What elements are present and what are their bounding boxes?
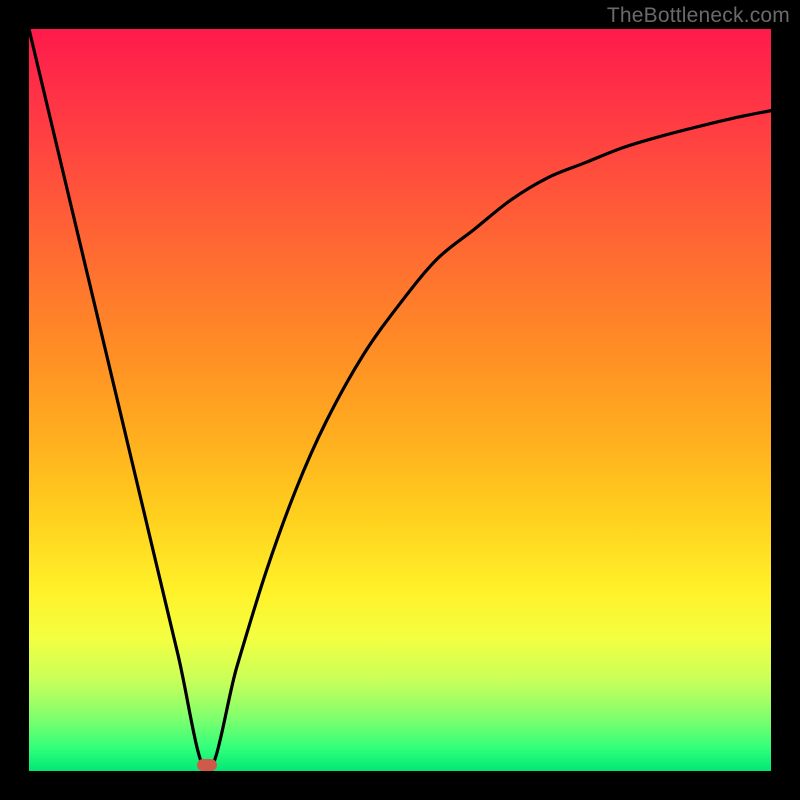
chart-frame: TheBottleneck.com — [0, 0, 800, 800]
plot-area — [29, 29, 771, 771]
curve-svg — [29, 29, 771, 771]
minimum-marker — [197, 759, 217, 771]
watermark-text: TheBottleneck.com — [607, 4, 790, 28]
bottleneck-curve — [29, 29, 771, 771]
